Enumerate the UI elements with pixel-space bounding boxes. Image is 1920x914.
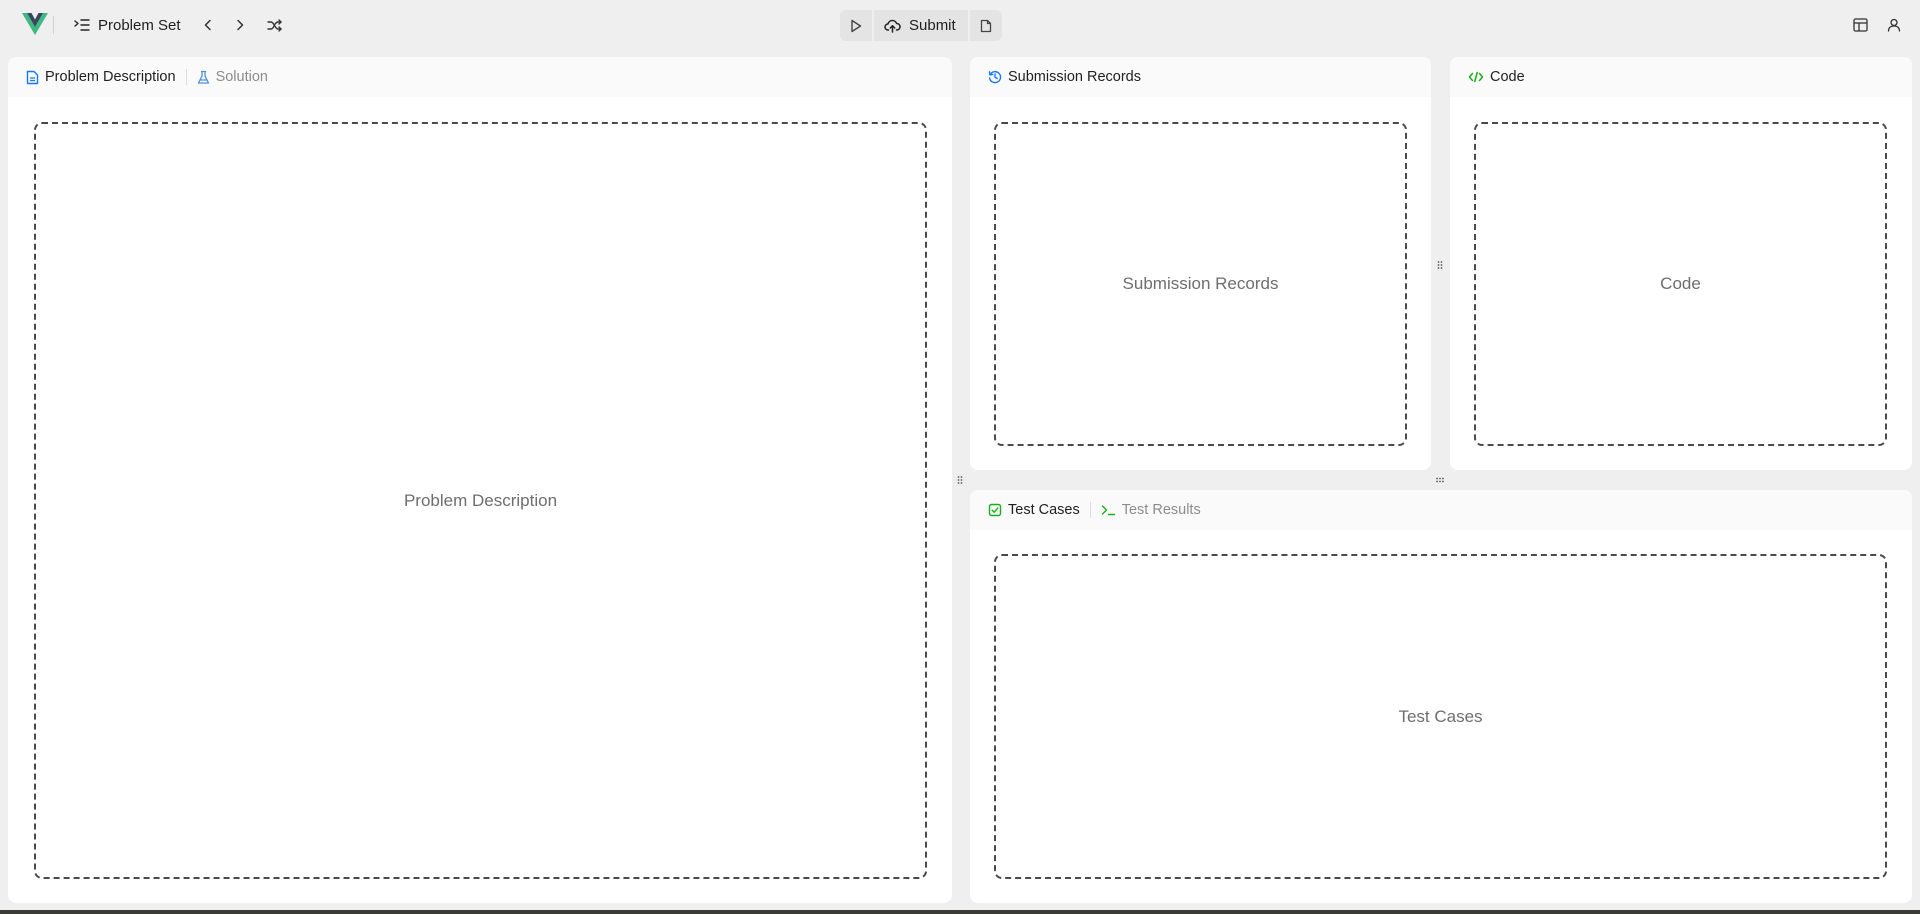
code-panel: Code Code: [1450, 57, 1912, 470]
test-cases-panel: Test Cases Test Results Test Cases: [970, 490, 1912, 903]
history-icon: [988, 70, 1002, 84]
test-cases-placeholder: Test Cases: [1398, 706, 1483, 726]
grip-vertical-icon: [957, 475, 963, 485]
list-icon: [74, 18, 90, 32]
tab-code-label: Code: [1490, 69, 1525, 85]
problem-description-panel: Problem Description Solution Problem Des…: [8, 57, 952, 903]
submission-records-content: Submission Records: [994, 122, 1407, 446]
tab-test-cases-label: Test Cases: [1008, 502, 1080, 518]
code-editor-content: Code: [1474, 122, 1887, 446]
problem-set-label: Problem Set: [98, 16, 181, 34]
submit-button[interactable]: Submit: [874, 10, 968, 41]
vue-logo-icon[interactable]: [22, 13, 48, 35]
chevron-left-icon: [203, 19, 213, 31]
terminal-icon: [1101, 504, 1116, 516]
tab-submission-records-label: Submission Records: [1008, 69, 1141, 85]
layout-button[interactable]: [1846, 11, 1874, 39]
tab-test-results-label: Test Results: [1121, 502, 1201, 518]
submission-records-panel: Submission Records Submission Records: [970, 57, 1431, 470]
user-icon: [1887, 18, 1901, 32]
window-bottom-edge: [0, 910, 1920, 914]
tab-problem-description[interactable]: Problem Description: [26, 57, 176, 97]
play-icon: [850, 19, 862, 33]
vertical-resize-handle-main[interactable]: [954, 470, 966, 490]
logo-divider: [53, 16, 54, 34]
user-profile-button[interactable]: [1880, 11, 1908, 39]
horizontal-resize-handle[interactable]: [1430, 474, 1450, 486]
tab-test-cases[interactable]: Test Cases: [988, 490, 1080, 530]
top-bar: Problem Set Submit: [0, 0, 1920, 50]
checkbox-checked-icon: [988, 503, 1002, 517]
random-problem-button[interactable]: [260, 11, 288, 39]
tab-test-results[interactable]: Test Results: [1101, 490, 1201, 530]
notes-button[interactable]: [969, 10, 1002, 41]
layout-icon: [1852, 18, 1868, 32]
test-cases-panel-header: Test Cases Test Results: [970, 490, 1912, 530]
problem-description-content: Problem Description: [34, 122, 927, 879]
shuffle-icon: [266, 18, 282, 32]
grip-horizontal-icon: [1435, 477, 1445, 483]
run-submit-group: Submit: [840, 10, 1002, 41]
document-icon: [26, 70, 39, 85]
problem-description-placeholder: Problem Description: [403, 490, 558, 510]
vertical-resize-handle-top[interactable]: [1434, 255, 1446, 275]
tab-code[interactable]: Code: [1468, 57, 1525, 97]
problem-description-panel-header: Problem Description Solution: [8, 57, 952, 97]
submission-records-panel-header: Submission Records: [970, 57, 1431, 97]
previous-problem-button[interactable]: [194, 11, 222, 39]
submit-label: Submit: [909, 17, 956, 34]
chevron-right-icon: [235, 19, 245, 31]
next-problem-button[interactable]: [226, 11, 254, 39]
problem-set-button[interactable]: Problem Set: [66, 10, 189, 40]
code-placeholder: Code: [1660, 274, 1701, 293]
tab-solution-label: Solution: [215, 69, 268, 85]
cloud-upload-icon: [884, 19, 901, 33]
tab-problem-description-label: Problem Description: [45, 69, 176, 85]
flask-icon: [197, 70, 210, 85]
grip-vertical-icon: [1437, 260, 1443, 270]
code-icon: [1468, 71, 1484, 83]
tab-submission-records[interactable]: Submission Records: [988, 57, 1141, 97]
tab-divider: [185, 69, 187, 85]
test-cases-content: Test Cases: [994, 554, 1887, 879]
run-button[interactable]: [840, 10, 872, 41]
tab-divider: [1089, 502, 1091, 518]
note-icon: [980, 19, 992, 33]
code-panel-header: Code: [1450, 57, 1912, 97]
submission-records-placeholder: Submission Records: [1122, 274, 1279, 293]
tab-solution[interactable]: Solution: [197, 57, 268, 97]
